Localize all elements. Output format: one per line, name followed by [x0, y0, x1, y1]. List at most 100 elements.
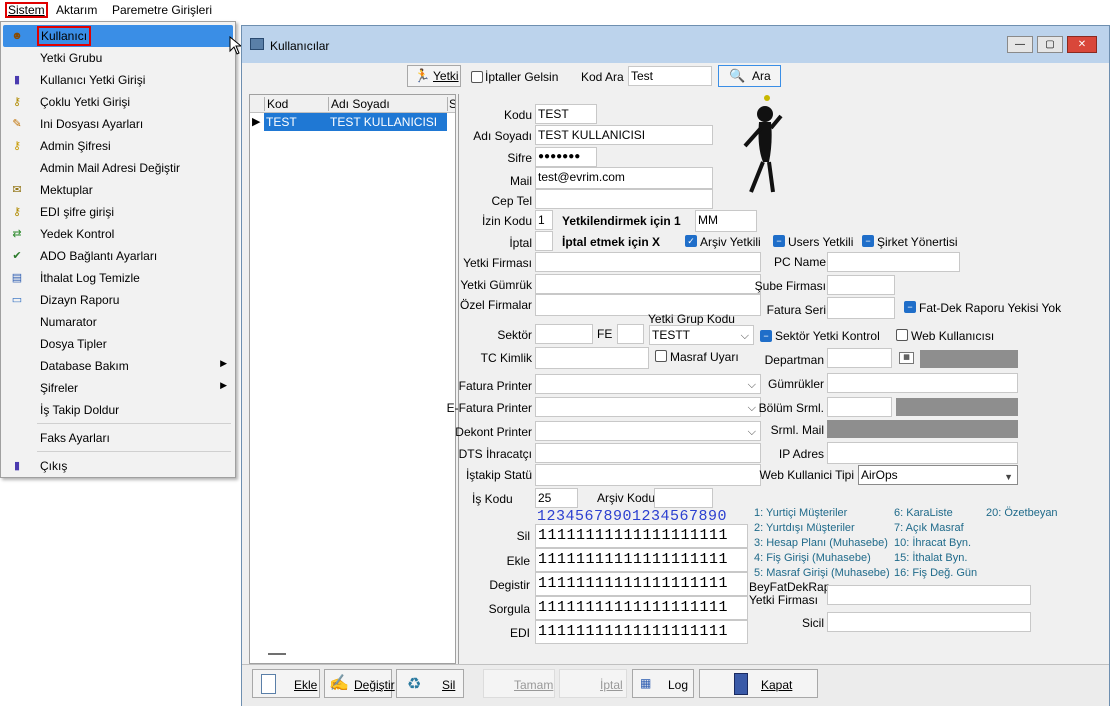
arsiv-kodu-input[interactable]	[654, 488, 713, 508]
istakip-input[interactable]	[535, 464, 761, 486]
menu-item-database-bakim[interactable]: Database Bakım ▶	[3, 355, 233, 377]
edi-permissions-input[interactable]: 11111111111111111111	[535, 620, 748, 644]
sube-input[interactable]	[827, 275, 895, 295]
menu-item-admin-mail[interactable]: Admin Mail Adresi Değiştir	[3, 157, 233, 179]
calendar-icon[interactable]: ▦	[899, 352, 914, 364]
ara-button[interactable]: 🔍 Ara	[718, 65, 781, 87]
ekle-button[interactable]: Ekle	[252, 669, 320, 698]
iptaller-checkbox[interactable]	[471, 71, 483, 83]
departman-input[interactable]	[827, 348, 892, 368]
magnifier-icon: 🔍	[729, 68, 746, 83]
menu-item-kullanici[interactable]: ☻ Kullanıcı	[3, 25, 233, 47]
menu-item-label: Çıkış	[40, 459, 68, 473]
masraf-checkbox[interactable]	[655, 350, 667, 362]
sirket-checkbox[interactable]: −	[862, 235, 874, 247]
fe-input[interactable]	[617, 324, 644, 344]
grid-col-adi[interactable]: Adı Soyadı	[328, 97, 390, 111]
menu-item-label: Yetki Grubu	[40, 51, 103, 65]
kodu-input[interactable]: TEST	[535, 104, 597, 124]
departman-display	[920, 350, 1018, 368]
menu-item-label: Faks Ayarları	[40, 431, 110, 445]
log-button[interactable]: ▦ Log	[632, 669, 694, 698]
efatura-select[interactable]: ⌵	[535, 397, 761, 417]
is-kodu-input[interactable]: 25	[535, 488, 578, 508]
iptal-input[interactable]	[535, 231, 553, 251]
sektor-yetki-checkbox[interactable]: −	[760, 330, 772, 342]
menu-item-mektuplar[interactable]: ✉ Mektuplar	[3, 179, 233, 201]
ekle-permissions-input[interactable]: 11111111111111111111	[535, 548, 748, 572]
menu-item-label: İş Takip Doldur	[40, 403, 120, 417]
kod-ara-input[interactable]: Test	[628, 66, 712, 86]
users-checkbox[interactable]: −	[773, 235, 785, 247]
menu-item-edi-sifre[interactable]: ⚷ EDI şifre girişi	[3, 201, 233, 223]
menu-item-ini[interactable]: ✎ Ini Dosyası Ayarları	[3, 113, 233, 135]
menu-item-cikis[interactable]: ▮ Çıkış	[3, 455, 233, 477]
izin-input[interactable]: 1	[535, 210, 553, 230]
kapat-button[interactable]: Kapat	[699, 669, 818, 698]
sektor-input[interactable]	[535, 324, 593, 344]
cep-input[interactable]	[535, 189, 713, 209]
menu-item-label: Kullanıcı	[37, 26, 92, 46]
menu-item-yedek[interactable]: ⇄ Yedek Kontrol	[3, 223, 233, 245]
pc-name-input[interactable]	[827, 252, 960, 272]
maximize-button[interactable]: ▢	[1037, 36, 1063, 53]
menu-item-yetki-grubu[interactable]: Yetki Grubu	[3, 47, 233, 69]
iptal-button[interactable]: İptal	[559, 669, 627, 698]
yetki-grup-select[interactable]: TESTT ⌵	[649, 325, 754, 345]
bolum-input[interactable]	[827, 397, 892, 417]
grid-col-s[interactable]: S	[447, 97, 455, 111]
adi-input[interactable]: TEST KULLANICISI	[535, 125, 713, 145]
yetki-gumruk-input[interactable]	[535, 274, 761, 294]
menu-sistem[interactable]: Sistem	[5, 2, 48, 18]
window-titlebar: Kullanıcılar — ▢ ✕	[242, 26, 1109, 63]
menu-item-label: Dizayn Raporu	[40, 293, 120, 307]
menu-item-sifreler[interactable]: Şifreler ▶	[3, 377, 233, 399]
close-button[interactable]: ✕	[1067, 36, 1097, 53]
web-kul-checkbox[interactable]	[896, 329, 908, 341]
grid-col-kod[interactable]: Kod	[264, 97, 288, 111]
menu-parametre[interactable]: Paremetre Girişleri	[112, 3, 212, 17]
tamam-button[interactable]: Tamam	[483, 669, 555, 698]
table-row[interactable]: ▶ TEST TEST KULLANICISI	[250, 113, 455, 131]
fatura-printer-select[interactable]: ⌵	[535, 374, 761, 394]
bey-input[interactable]	[827, 585, 1031, 605]
degistir-permissions-input[interactable]: 11111111111111111111	[535, 572, 748, 596]
grid-cell-kod[interactable]: TEST	[264, 113, 328, 131]
dts-input[interactable]	[535, 443, 761, 463]
yetki-button[interactable]: 🏃 Yetki	[407, 65, 461, 87]
web-tipi-select[interactable]: AirOps ▼	[858, 465, 1018, 485]
menu-item-admin-sifre[interactable]: ⚷ Admin Şifresi	[3, 135, 233, 157]
minimize-button[interactable]: —	[1007, 36, 1033, 53]
menu-sistem-label: Sistem	[8, 3, 45, 17]
menu-aktarim[interactable]: Aktarım	[56, 3, 97, 17]
menu-separator	[37, 451, 231, 452]
sil-button[interactable]: ♻ Sil	[396, 669, 464, 698]
grid-splitter[interactable]	[268, 653, 286, 655]
sicil-input[interactable]	[827, 612, 1031, 632]
menu-item-kullanici-yetki[interactable]: ▮ Kullanıcı Yetki Girişi	[3, 69, 233, 91]
menu-item-coklu-yetki[interactable]: ⚷ Çoklu Yetki Girişi	[3, 91, 233, 113]
menu-item-faks[interactable]: Faks Ayarları	[3, 427, 233, 449]
fatura-seri-input[interactable]	[827, 297, 895, 319]
web-kul-label: Web Kullanıcısı	[911, 329, 995, 343]
dekont-select[interactable]: ⌵	[535, 421, 761, 441]
menu-item-dosya-tipler[interactable]: Dosya Tipler	[3, 333, 233, 355]
grid-cell-adi[interactable]: TEST KULLANICISI	[328, 113, 447, 131]
yetki-firmasi-input[interactable]	[535, 252, 761, 272]
ip-input[interactable]	[827, 442, 1018, 464]
mm-input[interactable]: MM	[695, 210, 757, 232]
menu-item-numarator[interactable]: Numarator	[3, 311, 233, 333]
gumrukler-input[interactable]	[827, 373, 1018, 393]
degistir-button[interactable]: ✍ Değiştir	[324, 669, 395, 698]
menu-item-ithalat-log[interactable]: ▤ İthalat Log Temizle	[3, 267, 233, 289]
mail-input[interactable]: test@evrim.com	[535, 167, 713, 189]
sifre-input[interactable]: ●●●●●●●	[535, 147, 597, 167]
menu-item-is-takip[interactable]: İş Takip Doldur	[3, 399, 233, 421]
menu-item-ado[interactable]: ✔ ADO Bağlantı Ayarları	[3, 245, 233, 267]
sil-permissions-input[interactable]: 11111111111111111111	[535, 524, 748, 548]
fatdek-checkbox[interactable]: −	[904, 301, 916, 313]
arsiv-checkbox[interactable]: ✓	[685, 235, 697, 247]
tc-input[interactable]	[535, 347, 649, 369]
menu-item-dizayn[interactable]: ▭ Dizayn Raporu	[3, 289, 233, 311]
sorgula-permissions-input[interactable]: 11111111111111111111	[535, 596, 748, 620]
